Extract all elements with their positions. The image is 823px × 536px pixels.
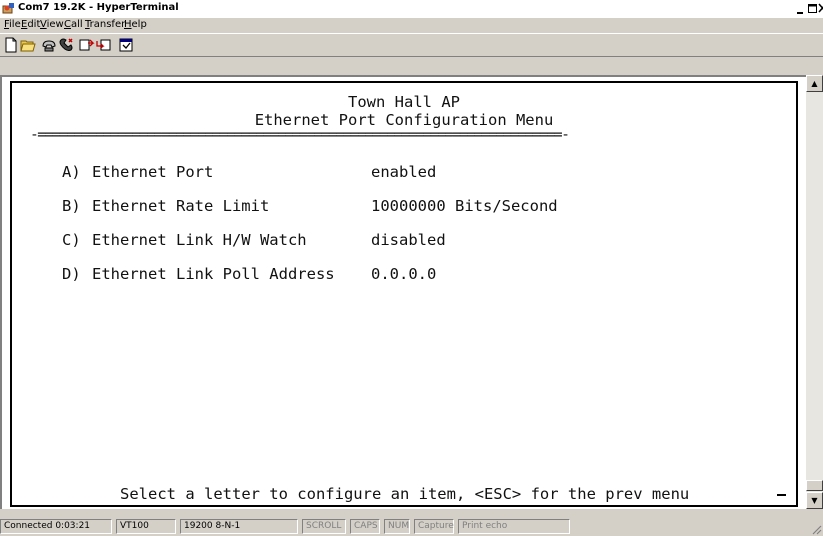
menu-help-label: elp (131, 19, 147, 30)
scroll-down-button[interactable]: ▼ (806, 492, 823, 509)
menu-edit[interactable]: Edit (21, 19, 40, 30)
status-connected: Connected 0:03:21 (0, 519, 112, 534)
new-document-icon[interactable] (3, 37, 19, 53)
status-print-echo: Print echo (458, 519, 570, 534)
status-emulation: VT100 (116, 519, 176, 534)
menu-call[interactable]: Call (64, 19, 83, 30)
receive-icon[interactable] (96, 37, 112, 53)
menu-call-accesskey: C (64, 19, 71, 30)
menu-item-label-c: Ethernet Link H/W Watch (92, 231, 307, 249)
menu-file[interactable]: File (4, 19, 21, 30)
properties-icon[interactable] (118, 37, 134, 53)
status-settings: 19200 8-N-1 (180, 519, 298, 534)
toolbar (0, 33, 823, 57)
minimize-button[interactable] (795, 3, 807, 15)
menu-item-value-a: enabled (371, 163, 437, 181)
menu-separator: -=======================================… (30, 127, 570, 143)
scroll-thumb[interactable] (806, 480, 823, 491)
menu-prompt: Select a letter to configure an item, <E… (120, 485, 690, 503)
menu-help[interactable]: Help (124, 19, 147, 30)
text-cursor (777, 494, 786, 496)
title-bar[interactable]: Com7 19.2K - HyperTerminal (0, 0, 823, 18)
resize-grip-icon[interactable] (810, 523, 822, 535)
status-bar: Connected 0:03:21 VT100 19200 8-N-1 SCRO… (0, 518, 823, 536)
vertical-scrollbar[interactable]: ▲ ▼ (806, 75, 823, 509)
terminal-frame: Town Hall AP Ethernet Port Configuration… (0, 75, 806, 509)
menu-transfer[interactable]: Transfer (85, 19, 125, 30)
menu-item-label-d: Ethernet Link Poll Address (92, 265, 335, 283)
terminal-screen[interactable]: Town Hall AP Ethernet Port Configuration… (10, 81, 798, 507)
window-title: Com7 19.2K - HyperTerminal (18, 2, 179, 13)
status-num: NUM (384, 519, 410, 534)
hyperterminal-app-icon (2, 3, 14, 14)
status-scroll: SCROLL (302, 519, 346, 534)
menu-item-label-b: Ethernet Rate Limit (92, 197, 270, 215)
status-capture: Capture (414, 519, 454, 534)
menu-view[interactable]: View (40, 19, 64, 30)
menu-item-value-c: disabled (371, 231, 446, 249)
arrow-up-icon: ▲ (811, 79, 818, 88)
minimize-icon (797, 12, 803, 14)
menu-item-key-b[interactable]: B) (62, 197, 81, 215)
menu-header-title: Town Hall AP (348, 93, 460, 111)
arrow-down-icon: ▼ (811, 496, 818, 505)
close-icon (818, 3, 823, 13)
close-button[interactable] (818, 3, 823, 15)
status-caps: CAPS (350, 519, 380, 534)
menu-bar: File Edit View Call Transfer Help (0, 18, 823, 33)
menu-transfer-label: ransfer (89, 19, 126, 30)
menu-item-key-a[interactable]: A) (62, 163, 81, 181)
call-icon[interactable] (41, 37, 57, 53)
menu-view-label: iew (46, 19, 64, 30)
disconnect-icon[interactable] (58, 37, 74, 53)
scroll-up-button[interactable]: ▲ (806, 75, 823, 92)
menu-edit-label: dit (27, 19, 41, 30)
send-icon[interactable] (79, 37, 95, 53)
menu-item-key-d[interactable]: D) (62, 265, 81, 283)
menu-item-value-d: 0.0.0.0 (371, 265, 437, 283)
open-folder-icon[interactable] (20, 37, 36, 53)
menu-item-label-a: Ethernet Port (92, 163, 214, 181)
menu-file-label: ile (9, 19, 21, 30)
menu-item-key-c[interactable]: C) (62, 231, 81, 249)
menu-help-accesskey: H (124, 19, 132, 30)
menu-item-value-b: 10000000 Bits/Second (371, 197, 558, 215)
menu-call-label: all (70, 19, 83, 30)
menu-view-accesskey: V (40, 19, 47, 30)
